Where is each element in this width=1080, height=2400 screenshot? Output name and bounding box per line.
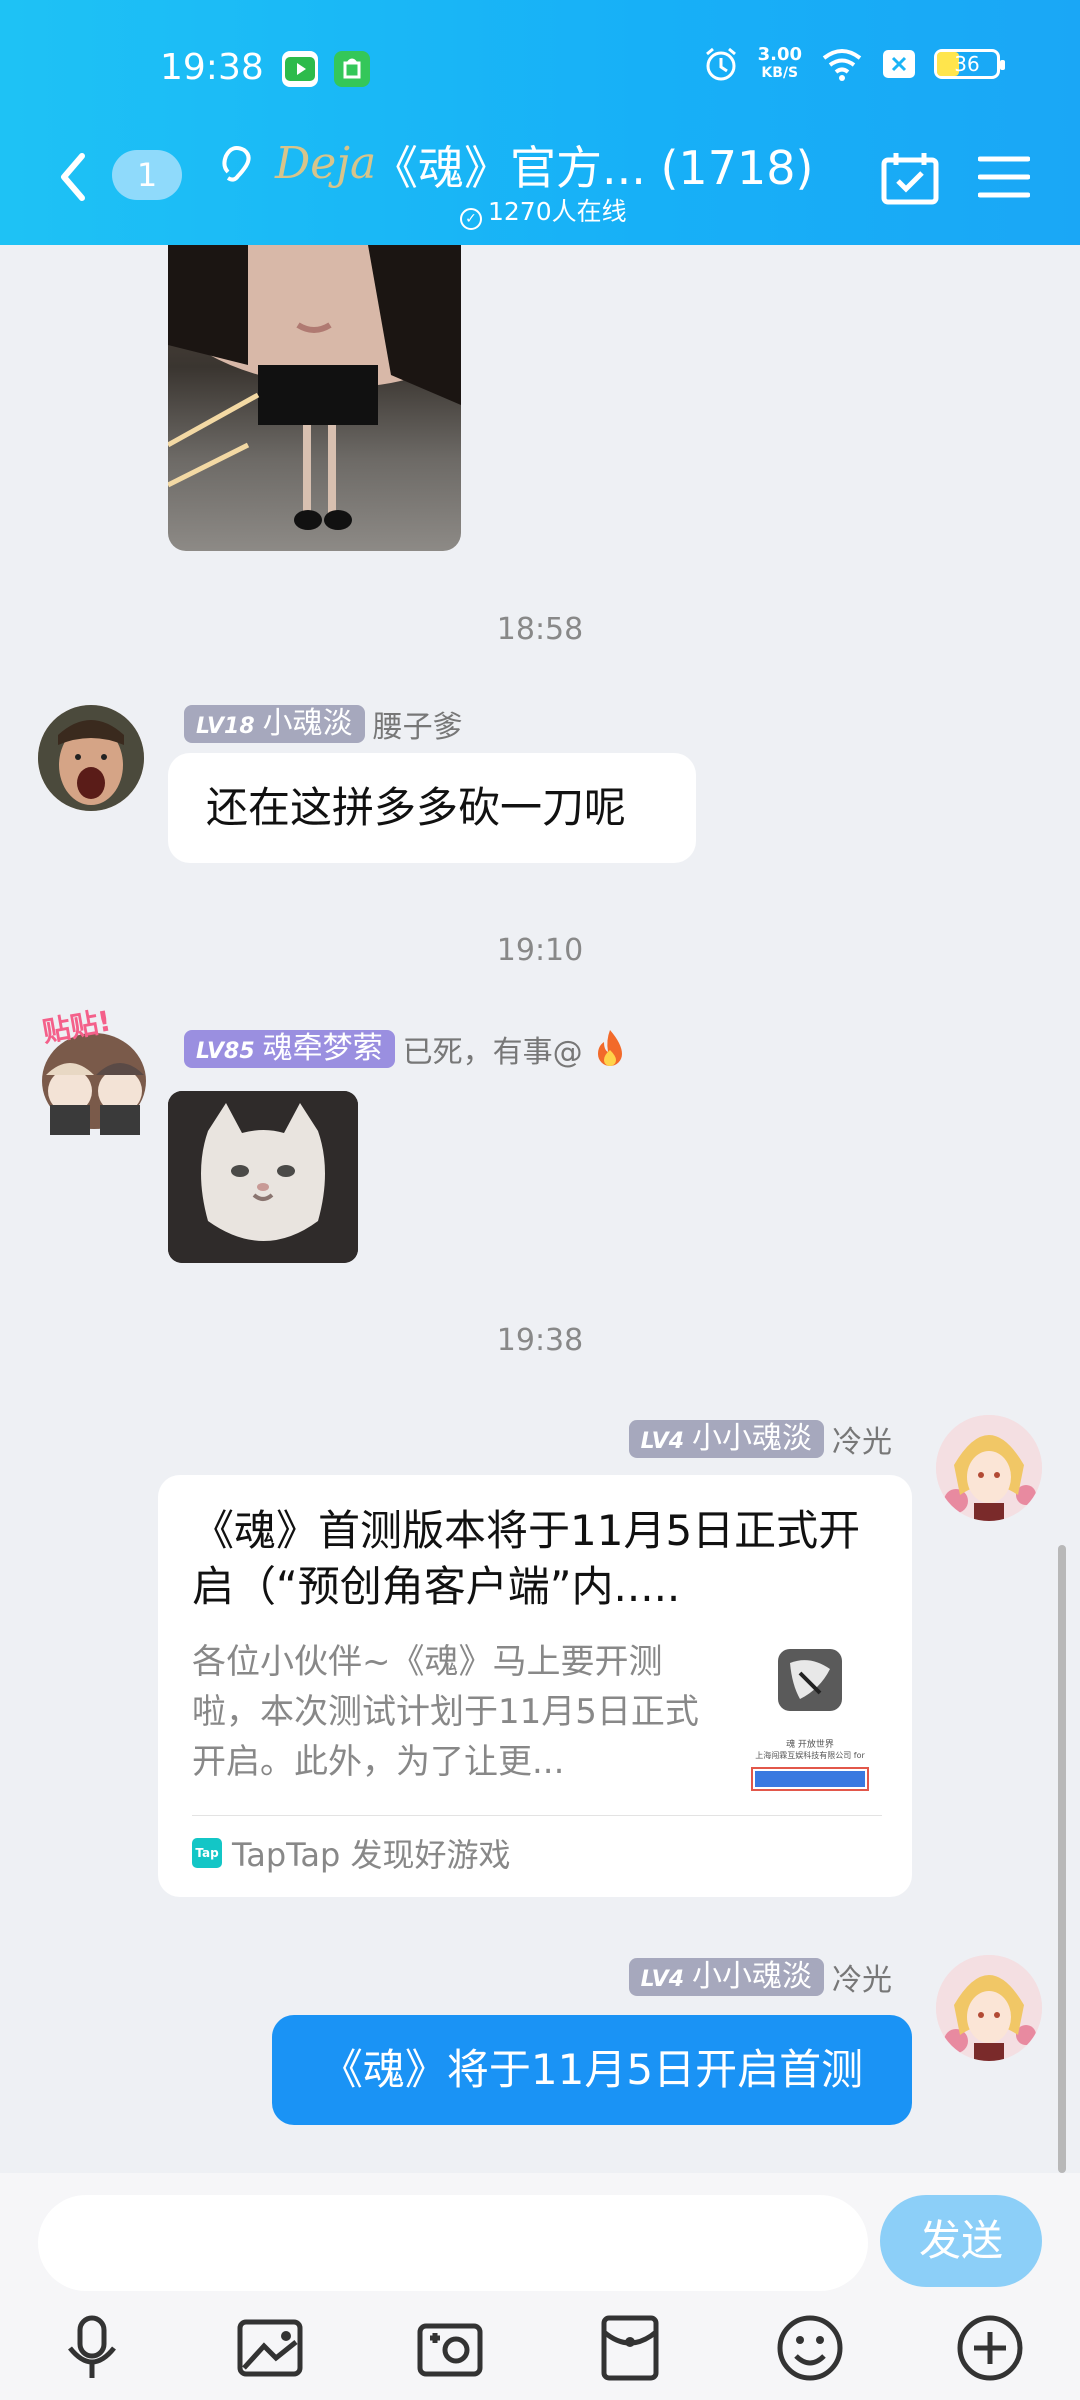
sim-off-icon (883, 50, 915, 78)
game-icon (778, 1649, 842, 1711)
battery-level: 36 (954, 52, 980, 76)
check-circle-icon: ✓ (460, 208, 482, 230)
battery-indicator: 36 (934, 49, 1005, 79)
video-app-icon (282, 51, 318, 87)
shopping-app-icon (334, 51, 370, 87)
thumb-caption-2: 上海闯霖互娱科技有限公司 for (755, 1751, 865, 1760)
network-speed: 3.00 KB/S (758, 46, 802, 82)
level-label: LV4 (640, 1429, 684, 1454)
card-divider (192, 1815, 882, 1816)
calendar-check-icon[interactable] (880, 150, 940, 206)
share-card[interactable]: 《魂》首测版本将于11月5日正式开启（“预创角客户端”内..... 各位小伙伴~… (158, 1475, 912, 1897)
speed-value: 3.00 (757, 44, 802, 65)
sender-line: LV4 小小魂淡 冷光 (628, 1417, 892, 1461)
card-description: 各位小伙伴~《魂》马上要开测啦，本次测试计划于11月5日正式开启。此外，为了让更… (192, 1642, 699, 1782)
sender-name: 腰子爹 (372, 710, 463, 745)
sender-line: LV4 小小魂淡 冷光 (628, 1955, 892, 1999)
camera-icon[interactable] (410, 2308, 490, 2388)
level-tag: LV85 魂牵梦萦 (184, 1030, 395, 1068)
avatar[interactable]: 贴贴! (26, 1004, 162, 1141)
ear-icon[interactable] (218, 142, 254, 186)
alarm-icon (705, 47, 736, 81)
sender-line: LV85 魂牵梦萦 已死，有事@ (184, 1027, 629, 1071)
avatar[interactable] (38, 705, 144, 811)
level-title: 小小魂淡 (692, 1421, 812, 1456)
my-avatar[interactable] (936, 1955, 1042, 2061)
message-bubble[interactable]: 还在这拼多多砍一刀呢 (168, 753, 696, 863)
level-label: LV4 (640, 1967, 684, 1992)
card-thumbnail: 魂 开放世界 上海闯霖互娱科技有限公司 for (740, 1643, 880, 1793)
level-title: 魂牵梦萦 (262, 1031, 383, 1066)
nav-bar: 1 Deja 《魂》官方... (1718) ✓ 1270人在线 (0, 120, 1080, 230)
level-label: LV18 (196, 714, 255, 739)
sender-name: 冷光 (832, 1963, 892, 1998)
timestamp: 19:10 (496, 933, 584, 968)
my-avatar[interactable] (936, 1415, 1042, 1521)
sender-name: 已死，有事@ (402, 1035, 583, 1070)
status-time: 19:38 (160, 47, 264, 88)
message-text: 还在这拼多多砍一刀呢 (206, 783, 627, 832)
sender-line: LV18 小魂淡 腰子爹 (184, 702, 463, 746)
unread-count-badge[interactable]: 1 (112, 150, 182, 200)
level-tag: LV4 小小魂淡 (628, 1958, 824, 1996)
red-envelope-icon[interactable] (590, 2308, 670, 2388)
level-title: 小小魂淡 (692, 1959, 812, 1994)
level-tag: LV18 小魂淡 (184, 705, 365, 743)
level-label: LV85 (196, 1039, 255, 1064)
scrollbar[interactable] (1058, 1545, 1066, 2173)
message-text: 《魂》将于11月5日开启首测 (320, 2045, 864, 2094)
timestamp: 19:38 (496, 1323, 584, 1358)
status-right: 3.00 KB/S 36 (702, 45, 1005, 83)
status-bar: 19:38 3.00 KB/S 36 (0, 45, 1080, 95)
microphone-icon[interactable] (52, 2308, 132, 2388)
cat-image-message[interactable] (168, 1091, 358, 1263)
chat-header: 19:38 3.00 KB/S 36 1 Deja 《魂》官方... (1718… (0, 0, 1080, 245)
online-text: 1270人在线 (488, 197, 627, 226)
online-count: ✓ 1270人在线 (460, 192, 627, 230)
image-icon[interactable] (230, 2308, 310, 2388)
plus-icon[interactable] (950, 2308, 1030, 2388)
back-arrow-icon[interactable] (58, 150, 88, 204)
level-title: 小魂淡 (262, 706, 353, 741)
wifi-icon (822, 49, 862, 81)
message-input[interactable] (38, 2195, 868, 2291)
send-button[interactable]: 发送 (880, 2195, 1042, 2287)
card-source-text: TapTap 发现好游戏 (232, 1836, 511, 1874)
sender-name: 冷光 (832, 1425, 892, 1460)
taptap-icon: Tap (192, 1838, 222, 1868)
chat-area[interactable]: 18:58 LV18 小魂淡 腰子爹 还在这拼多多砍一刀呢 19:10 贴贴! L… (0, 245, 1080, 2173)
group-title[interactable]: 《魂》官方... (1718) (372, 132, 813, 198)
thumb-caption-1: 魂 开放世界 (786, 1740, 834, 1750)
thumb-button (751, 1767, 869, 1791)
timestamp: 18:58 (496, 612, 584, 647)
input-bar: 发送 (0, 2173, 1080, 2298)
level-tag: LV4 小小魂淡 (628, 1420, 824, 1458)
card-title: 《魂》首测版本将于11月5日正式开启（“预创角客户端”内..... (192, 1506, 861, 1611)
emoji-icon[interactable] (770, 2308, 850, 2388)
my-message-bubble[interactable]: 《魂》将于11月5日开启首测 (272, 2015, 912, 2125)
fire-icon (597, 1030, 622, 1066)
card-source: Tap TapTap 发现好游戏 (192, 1830, 511, 1876)
group-logo: Deja (275, 138, 377, 189)
menu-icon[interactable] (978, 155, 1030, 199)
toolbar (0, 2298, 1080, 2400)
speed-unit: KB/S (761, 65, 799, 81)
photo-message[interactable] (168, 245, 461, 551)
